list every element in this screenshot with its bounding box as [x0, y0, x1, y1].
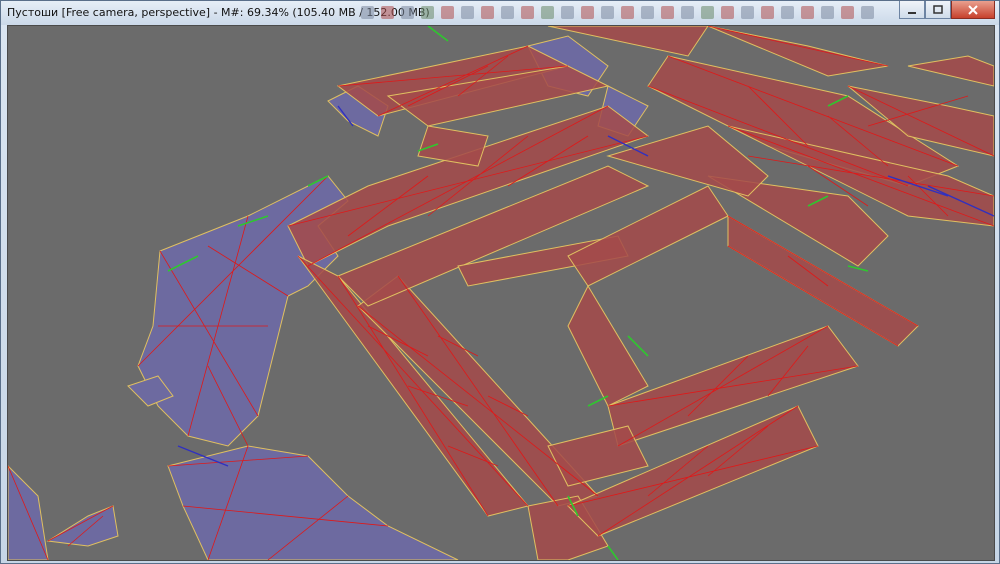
app-window: Пустоши [Free camera, perspective] - M#:…	[0, 0, 1000, 564]
close-button[interactable]	[951, 1, 995, 19]
navmesh-render	[8, 26, 994, 560]
minimize-button[interactable]	[899, 1, 925, 19]
toolbar-strip	[361, 4, 901, 20]
minimize-icon	[908, 11, 916, 14]
title-bar[interactable]: Пустоши [Free camera, perspective] - M#:…	[1, 1, 999, 25]
maximize-button[interactable]	[925, 1, 951, 19]
3d-viewport[interactable]	[7, 25, 995, 561]
close-icon	[968, 4, 978, 15]
window-controls	[899, 1, 995, 19]
maximize-icon	[933, 4, 943, 14]
